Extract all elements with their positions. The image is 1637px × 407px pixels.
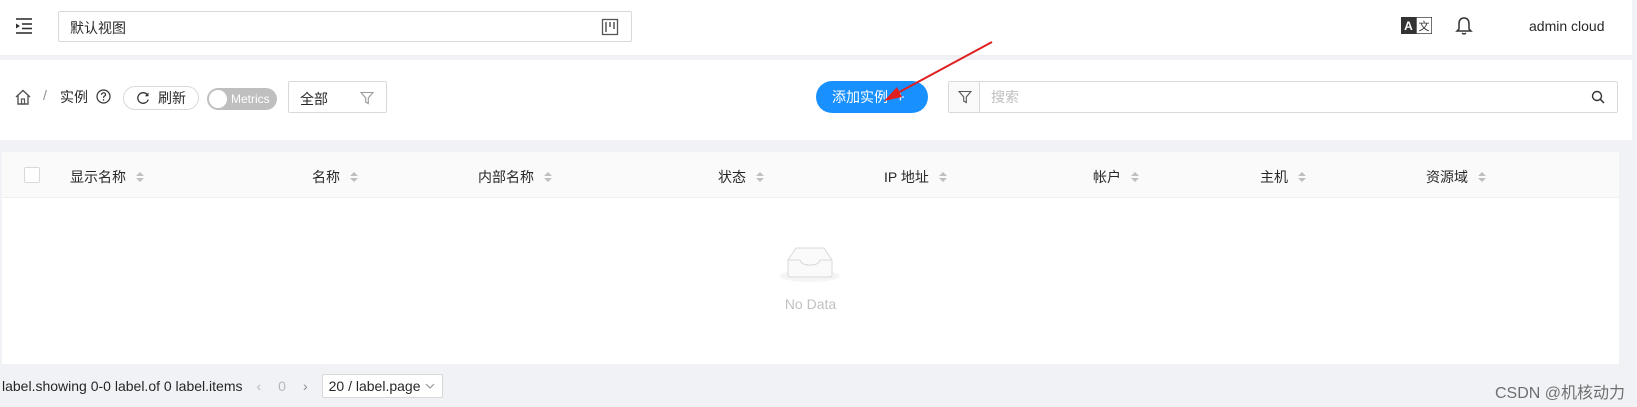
red-arrow-annotation <box>884 41 993 101</box>
empty-state: No Data <box>2 198 1619 364</box>
view-name: 默认视图 <box>70 20 126 36</box>
sort-icon <box>544 172 552 182</box>
user-menu[interactable]: admin cloud <box>1529 18 1605 34</box>
sort-icon <box>1131 172 1139 182</box>
column-header-zone[interactable]: 资源域 <box>1426 167 1486 187</box>
column-header-account[interactable]: 帐户 <box>1093 167 1139 187</box>
pagination: label.showing 0-0 label.of 0 label.items… <box>0 374 444 398</box>
reload-icon <box>137 92 149 104</box>
sort-icon <box>1298 172 1306 182</box>
metrics-label: Metrics <box>231 92 270 106</box>
search-group <box>948 81 1618 113</box>
sort-icon <box>136 172 144 182</box>
empty-text: No Data <box>784 296 837 312</box>
column-header-ip-address[interactable]: IP 地址 <box>884 167 947 187</box>
pagination-total: label.showing 0-0 label.of 0 label.items <box>2 378 243 394</box>
column-label: 内部名称 <box>478 169 534 185</box>
sort-icon <box>350 172 358 182</box>
home-icon[interactable] <box>14 88 32 106</box>
column-label: 主机 <box>1260 169 1288 185</box>
metrics-toggle[interactable]: Metrics <box>207 88 277 110</box>
toolbar: / 实例 刷新 Metrics 全部 添加实例 + <box>0 41 1632 140</box>
refresh-button[interactable]: 刷新 <box>123 86 199 110</box>
column-label: 名称 <box>312 169 340 185</box>
view-selector[interactable]: 默认视图 <box>58 11 632 42</box>
column-label: IP 地址 <box>884 169 929 185</box>
page-size-select[interactable]: 20 / label.page <box>321 374 444 398</box>
column-label: 状态 <box>718 169 746 185</box>
instances-table: 显示名称 名称 内部名称 状态 IP 地址 帐户 主机 资源域 No Data <box>2 152 1619 364</box>
bell-icon[interactable] <box>1455 16 1473 36</box>
chevron-down-icon <box>426 383 435 389</box>
column-header-internal-name[interactable]: 内部名称 <box>478 167 552 187</box>
scope-filter-select[interactable]: 全部 <box>288 81 387 113</box>
top-header: 默认视图 A 文 admin cloud <box>0 0 1632 56</box>
question-circle-icon[interactable] <box>96 89 111 104</box>
search-input[interactable] <box>980 82 1570 112</box>
column-header-host[interactable]: 主机 <box>1260 167 1306 187</box>
prev-page-button[interactable]: ‹ <box>256 378 261 394</box>
svg-text:A: A <box>1404 19 1413 33</box>
sort-icon <box>1478 172 1486 182</box>
search-icon[interactable] <box>1591 90 1605 104</box>
sort-icon <box>756 172 764 182</box>
svg-text:文: 文 <box>1419 19 1430 33</box>
column-header-status[interactable]: 状态 <box>718 167 764 187</box>
sort-icon <box>938 172 947 182</box>
scope-value: 全部 <box>300 91 328 107</box>
page-size-value: 20 / label.page <box>328 378 421 394</box>
watermark: CSDN @机核动力 <box>1494 385 1625 402</box>
refresh-label: 刷新 <box>158 90 186 106</box>
next-page-button[interactable]: › <box>303 378 308 394</box>
page-number[interactable]: 0 <box>278 378 286 394</box>
select-all-checkbox[interactable] <box>24 167 40 183</box>
column-label: 显示名称 <box>70 169 126 185</box>
column-label: 资源域 <box>1426 169 1468 185</box>
column-label: 帐户 <box>1093 169 1121 185</box>
filter-icon <box>360 91 374 105</box>
menu-fold-icon[interactable] <box>14 16 34 36</box>
column-header-name[interactable]: 名称 <box>312 167 358 187</box>
page: 默认视图 A 文 admin cloud / 实例 刷新 Metrics 全部 … <box>0 0 1637 407</box>
inbox-icon <box>780 247 840 282</box>
column-header-display-name[interactable]: 显示名称 <box>70 167 144 187</box>
toggle-knob <box>209 90 227 108</box>
board-icon[interactable] <box>601 18 619 36</box>
translate-icon[interactable]: A 文 <box>1401 17 1432 34</box>
table-header: 显示名称 名称 内部名称 状态 IP 地址 帐户 主机 资源域 <box>2 152 1619 198</box>
breadcrumb-separator: / <box>43 87 47 103</box>
breadcrumb-current: 实例 <box>60 89 88 105</box>
